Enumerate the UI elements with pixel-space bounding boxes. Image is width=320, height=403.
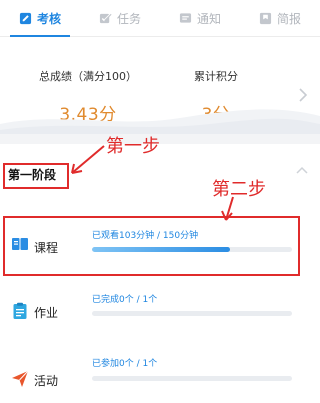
annotation-step-two: 第二步 [212,179,266,200]
report-icon [259,12,272,24]
decorative-wave [0,109,320,134]
score-summary[interactable]: 总成绩（满分100） 3.43分 累计积分 3分 [0,38,320,134]
annotation-box-stage [3,163,69,189]
homework-label: 作业 [34,306,59,320]
homework-progress-text: 已完成0个 / 1个 [92,295,158,305]
edit-icon [19,12,32,24]
message-icon [179,12,192,23]
tab-label: 考核 [36,11,61,26]
tab-notice[interactable]: 通知 [160,0,240,36]
homework-progress-bar [92,311,292,316]
task-icon [99,12,112,23]
chevron-up-icon[interactable] [296,166,308,174]
activity-send-icon [12,370,29,387]
tab-label: 任务 [116,11,141,26]
tab-tasks[interactable]: 任务 [80,0,160,36]
section-divider [0,134,320,144]
list-item-activity[interactable]: 已参加0个 / 1个 活动 [0,346,320,403]
tab-label: 通知 [196,11,221,26]
homework-clipboard-icon [13,302,27,319]
total-score-label: 总成绩（满分100） [39,70,137,83]
tab-briefing[interactable]: 简报 [240,0,320,36]
annotation-step-one: 第一步 [106,136,160,157]
activity-progress-bar [92,376,292,381]
annotation-box-course [3,216,300,276]
points-label: 累计积分 [194,70,238,83]
activity-label: 活动 [34,374,59,388]
activity-progress-text: 已参加0个 / 1个 [92,359,158,369]
list-item-homework[interactable]: 已完成0个 / 1个 作业 [0,282,320,340]
tab-assessment[interactable]: 考核 [0,0,80,37]
tab-label: 简报 [276,11,301,26]
top-tab-bar: 考核 任务 通知 简报 [0,0,320,37]
